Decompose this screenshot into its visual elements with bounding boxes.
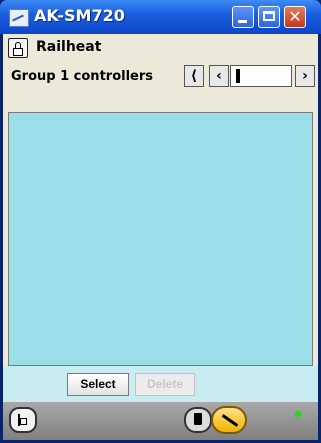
page-slider[interactable] (230, 65, 292, 87)
title-bar[interactable]: AK-SM720 ✕ (0, 0, 321, 34)
notes-icon[interactable] (184, 407, 212, 433)
close-button[interactable]: ✕ (284, 6, 306, 28)
next-page-button[interactable]: › (295, 65, 315, 87)
tree-icon[interactable] (9, 407, 37, 433)
status-bar (3, 402, 318, 440)
device-header: Railheat (3, 34, 318, 62)
main-frame: Railheat Group 1 controllers ⟨ ‹ › Selec… (3, 34, 318, 440)
first-page-button[interactable]: ⟨ (184, 65, 204, 87)
delete-button: Delete (135, 373, 195, 396)
slider-thumb[interactable] (236, 69, 240, 83)
close-icon: ✕ (288, 7, 302, 26)
group-header: Group 1 controllers ⟨ ‹ › (3, 62, 318, 90)
controller-list[interactable] (8, 112, 313, 366)
lock-button[interactable] (8, 38, 28, 58)
device-name: Railheat (36, 39, 102, 55)
wrench-icon[interactable] (211, 406, 247, 434)
minimize-button[interactable] (232, 6, 254, 28)
app-window: AK-SM720 ✕ Railheat Group 1 controllers … (0, 0, 321, 443)
window-title: AK-SM720 (34, 6, 125, 25)
maximize-button[interactable] (258, 6, 280, 28)
group-label: Group 1 controllers (11, 69, 153, 84)
status-led-icon (295, 411, 301, 417)
action-bar: Select Delete (3, 366, 318, 402)
app-icon (9, 9, 29, 27)
prev-page-button[interactable]: ‹ (209, 65, 229, 87)
select-button[interactable]: Select (67, 373, 129, 396)
